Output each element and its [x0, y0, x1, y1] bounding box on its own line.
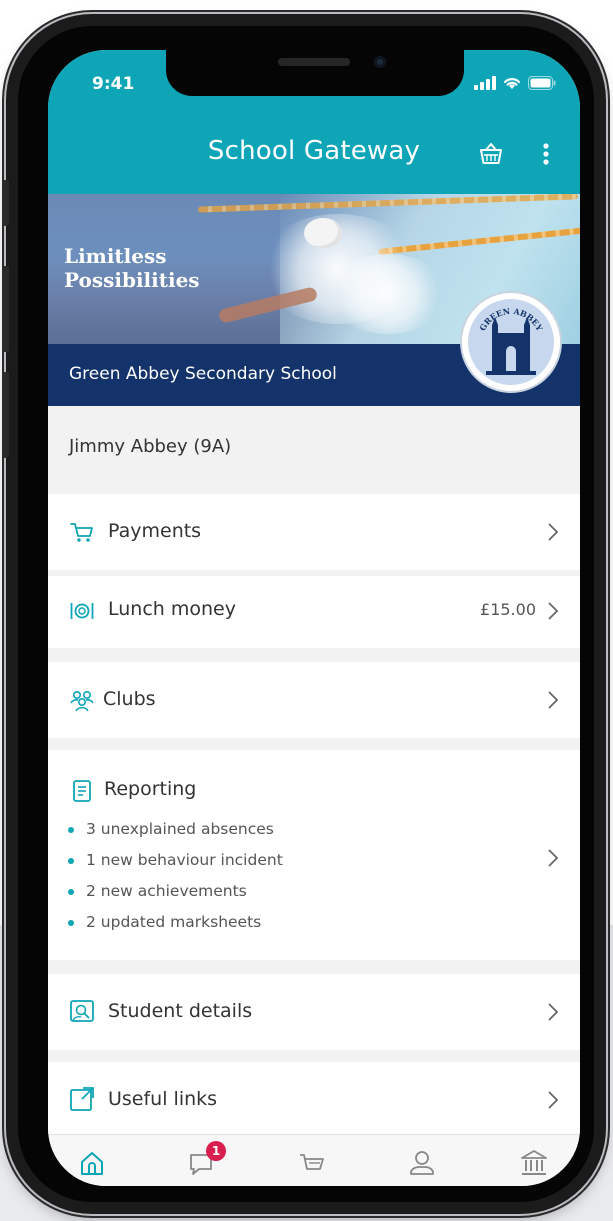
menu-label-student-details: Student details [108, 1000, 253, 1022]
student-selector[interactable]: Jimmy Abbey (9A) [48, 406, 580, 494]
reporting-summary-list: 3 unexplained absences 1 new behaviour i… [66, 814, 283, 938]
swimmer-cap [304, 218, 342, 248]
chevron-right-icon [548, 1091, 559, 1109]
svg-text:GREEN ABBEY: GREEN ABBEY [477, 306, 545, 333]
crest-emblem: GREEN ABBEY [468, 299, 554, 385]
speaker-grille [278, 58, 350, 66]
cart-icon [70, 523, 93, 542]
crest-church-graphic: GREEN ABBEY [477, 306, 545, 375]
reporting-item: 3 unexplained absences [66, 814, 283, 845]
menu-label-clubs: Clubs [103, 688, 156, 710]
crest-text: GREEN ABBEY [477, 306, 545, 333]
water-splash [328, 254, 448, 334]
app-screen: 9:41 School Gateway Limitless Possibilit… [48, 50, 580, 1186]
plate-cutlery-icon [70, 603, 94, 619]
bottom-tab-bar: 1 [48, 1134, 580, 1186]
menu-row-lunch-money[interactable]: Lunch money £15.00 [48, 576, 580, 648]
reporting-item: 1 new behaviour incident [66, 845, 283, 876]
front-camera [374, 56, 386, 68]
menu-row-student-details[interactable]: Student details [48, 974, 580, 1050]
menu-label-payments: Payments [108, 520, 202, 542]
school-crest: GREEN ABBEY [462, 293, 560, 391]
volume-up-button [3, 266, 9, 352]
menu-label-useful-links: Useful links [108, 1088, 218, 1110]
silent-switch [3, 180, 9, 226]
chevron-right-icon [548, 602, 559, 620]
notch [166, 50, 464, 96]
student-details-icon [70, 1000, 94, 1022]
battery-icon [528, 76, 556, 90]
menu-label-lunch-money: Lunch money [108, 598, 236, 620]
profile-icon[interactable] [406, 1147, 438, 1179]
menu-row-useful-links[interactable]: Useful links [48, 1062, 580, 1134]
banner-slogan: Limitless Possibilities [64, 244, 200, 292]
menu-row-reporting[interactable]: Reporting 3 unexplained absences 1 new b… [48, 750, 580, 960]
lunch-balance: £15.00 [480, 600, 536, 619]
system-icons [474, 76, 556, 90]
status-bar: 9:41 [48, 50, 580, 112]
chevron-right-icon [548, 1003, 559, 1021]
school-name: Green Abbey Secondary School [69, 364, 337, 384]
reporting-item: 2 new achievements [66, 876, 283, 907]
messages-badge: 1 [206, 1141, 226, 1161]
signal-icon [474, 76, 496, 90]
wifi-icon [503, 78, 521, 89]
school-icon[interactable] [518, 1147, 550, 1179]
basket-icon[interactable] [475, 138, 507, 170]
menu-row-payments[interactable]: Payments [48, 494, 580, 570]
status-time: 9:41 [92, 74, 135, 94]
chevron-right-icon [548, 523, 559, 541]
chevron-right-icon [548, 691, 559, 709]
volume-down-button [3, 372, 9, 458]
menu-label-reporting: Reporting [104, 778, 197, 800]
student-name: Jimmy Abbey (9A) [69, 436, 232, 457]
external-link-icon [70, 1087, 94, 1111]
basket-icon[interactable] [296, 1147, 328, 1179]
app-header: School Gateway [48, 112, 580, 194]
report-icon [73, 780, 91, 802]
group-icon [70, 691, 94, 712]
more-vertical-icon[interactable] [536, 138, 556, 170]
menu-row-clubs[interactable]: Clubs [48, 662, 580, 738]
reporting-item: 2 updated marksheets [66, 907, 283, 938]
home-icon[interactable] [76, 1147, 108, 1179]
chevron-right-icon [548, 849, 559, 867]
